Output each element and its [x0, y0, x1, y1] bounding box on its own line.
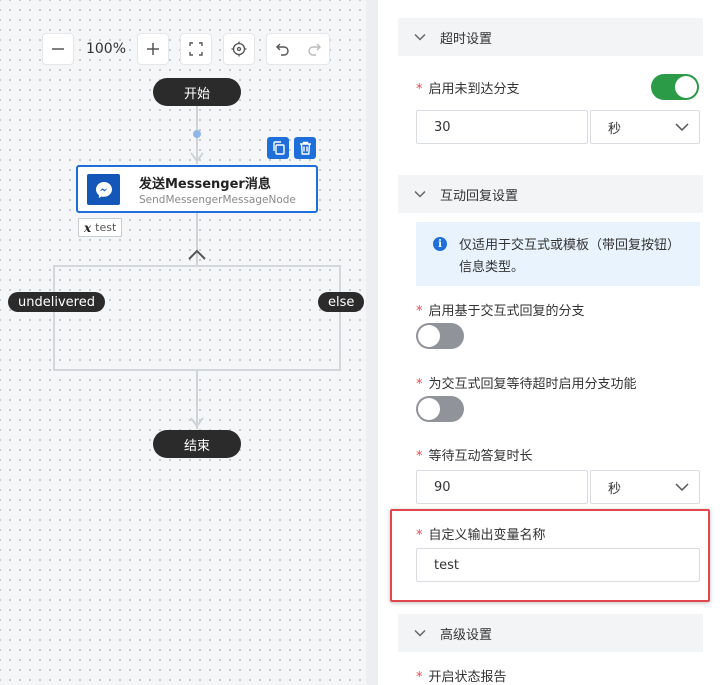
- plus-icon: [147, 43, 159, 55]
- variable-name: test: [95, 221, 117, 234]
- output-variable-tag[interactable]: x test: [78, 218, 123, 237]
- timeout-value-input[interactable]: 30: [416, 110, 588, 144]
- crosshair-icon: [231, 41, 247, 57]
- send-messenger-node[interactable]: 发送Messenger消息 SendMessengerMessageNode: [76, 165, 318, 213]
- select-value: 秒: [608, 121, 622, 137]
- trash-icon: [299, 141, 311, 155]
- panel-divider[interactable]: [366, 0, 378, 685]
- variable-icon: x: [84, 220, 92, 235]
- field-label-interactive-branch: * 启用基于交互式回复的分支: [416, 304, 585, 319]
- chevron-down-icon: [675, 483, 689, 492]
- chevron-down-icon: [414, 190, 426, 198]
- section-title: 超时设置: [440, 31, 493, 47]
- timeout-unit-select[interactable]: 秒: [590, 110, 700, 144]
- copy-icon: [272, 141, 285, 155]
- wait-duration-unit-select[interactable]: 秒: [590, 470, 700, 504]
- zoom-out-button[interactable]: [42, 33, 74, 65]
- section-header-advanced[interactable]: 高级设置: [398, 614, 703, 652]
- field-label-status-report: * 开启状态报告: [416, 670, 507, 685]
- zoom-in-button[interactable]: [137, 33, 169, 65]
- toggle-timeout-branch[interactable]: [416, 396, 464, 422]
- branch-container: [53, 265, 341, 371]
- section-title: 互动回复设置: [440, 188, 519, 204]
- info-alert: i 仅适用于交互式或模板（带回复按钮）信息类型。: [416, 222, 700, 286]
- toggle-interactive-branch[interactable]: [416, 323, 464, 349]
- locate-button[interactable]: [223, 33, 255, 65]
- section-header-interactive[interactable]: 互动回复设置: [398, 175, 703, 213]
- arrow-down-icon: [190, 152, 204, 163]
- history-buttons: [266, 33, 330, 65]
- branch-label-undelivered[interactable]: undelivered: [8, 292, 105, 312]
- minus-icon: [52, 48, 64, 50]
- messenger-icon: [87, 174, 120, 205]
- toggle-unreached-branch[interactable]: [651, 74, 699, 100]
- highlight-annotation: [390, 509, 710, 602]
- section-title: 高级设置: [440, 627, 493, 643]
- collapse-chevron-icon[interactable]: [187, 248, 207, 262]
- connector-dot: [193, 130, 201, 138]
- copy-node-button[interactable]: [267, 137, 289, 159]
- undo-icon[interactable]: [275, 41, 291, 57]
- fit-view-button[interactable]: [180, 33, 212, 65]
- start-node[interactable]: 开始: [153, 78, 241, 106]
- chevron-down-icon: [675, 123, 689, 132]
- chevron-down-icon: [414, 629, 426, 637]
- select-value: 秒: [608, 481, 622, 497]
- node-title: 发送Messenger消息: [139, 177, 271, 192]
- field-label-wait-duration: * 等待互动答复时长: [416, 449, 533, 464]
- end-node[interactable]: 结束: [153, 430, 241, 458]
- fullscreen-icon: [189, 42, 203, 56]
- delete-node-button[interactable]: [294, 137, 316, 159]
- redo-icon[interactable]: [306, 41, 322, 57]
- branch-label-else[interactable]: else: [318, 292, 365, 312]
- arrow-down-icon: [190, 417, 204, 428]
- node-subtitle: SendMessengerMessageNode: [139, 194, 296, 206]
- flow-canvas[interactable]: 100% 开始 结束 发送Messenger消息 SendMessengerMe…: [0, 0, 366, 685]
- zoom-level: 100%: [85, 41, 127, 57]
- section-header-timeout[interactable]: 超时设置: [398, 18, 703, 56]
- chevron-down-icon: [414, 33, 426, 41]
- info-icon: i: [433, 237, 447, 251]
- field-label-unreached-branch: * 启用未到达分支: [416, 82, 520, 97]
- info-text: 仅适用于交互式或模板（带回复按钮）信息类型。: [459, 238, 681, 275]
- field-label-timeout-branch: * 为交互式回复等待超时启用分支功能: [416, 377, 637, 392]
- wait-duration-input[interactable]: 90: [416, 470, 588, 504]
